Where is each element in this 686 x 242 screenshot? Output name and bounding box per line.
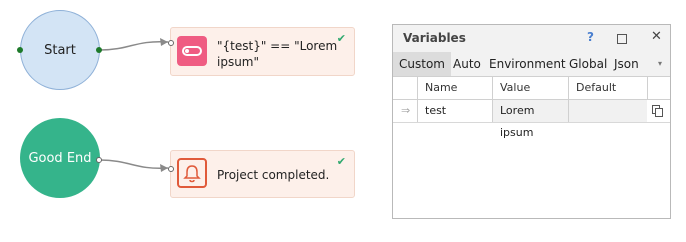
maximize-icon[interactable] (617, 34, 627, 44)
bell-icon (177, 158, 207, 188)
good-end-node-label: Good End (28, 150, 92, 166)
notification-action-card[interactable]: Project completed. ✔ (168, 150, 355, 198)
cell-default-value[interactable] (568, 100, 647, 122)
start-node-label: Start (44, 42, 76, 58)
connector-arrowhead (160, 38, 168, 46)
help-icon[interactable]: ? (587, 30, 594, 44)
condition-text: "{test}" == "Lorem ipsum" (217, 39, 338, 69)
checkmark-icon: ✔ (336, 32, 346, 45)
column-header-extra (647, 77, 672, 99)
cell-name[interactable]: test (417, 100, 492, 122)
close-icon[interactable]: ✕ (651, 29, 662, 44)
copy-icon-back (655, 108, 663, 117)
toggle-icon (177, 36, 207, 66)
connector-arrowhead (160, 164, 168, 172)
start-node[interactable]: Start (20, 10, 100, 90)
panel-header: Variables ? ✕ (393, 25, 670, 52)
tab-global[interactable]: Global (569, 52, 607, 76)
table-header: Name Value Default value (393, 77, 672, 116)
condition-action-card[interactable]: "{test}" == "Lorem ipsum" ✔ (168, 27, 355, 76)
cell-value[interactable]: Lorem ipsum (492, 100, 568, 139)
tab-auto[interactable]: Auto (453, 52, 481, 76)
column-header-name[interactable]: Name (417, 77, 492, 99)
connector-goodend-to-notification (99, 159, 169, 170)
variables-panel: Variables ? ✕ Custom Auto Environment Gl… (392, 24, 671, 219)
notification-text: Project completed. (217, 168, 330, 182)
tab-json[interactable]: Json (614, 52, 639, 76)
connector-start-to-condition (99, 40, 169, 51)
good-end-node[interactable]: Good End (20, 118, 100, 198)
column-header-default-value[interactable]: Default value (568, 77, 647, 116)
column-header-value[interactable]: Value (492, 77, 568, 99)
start-input-port[interactable] (17, 47, 23, 53)
condition-input-port[interactable] (168, 40, 174, 46)
table-row[interactable]: ⇒ test Lorem ipsum (393, 100, 670, 139)
tabs-dropdown-icon[interactable]: ▾ (658, 59, 662, 68)
tab-custom[interactable]: Custom (393, 52, 451, 76)
panel-title: Variables (403, 31, 466, 45)
start-output-port[interactable] (96, 47, 102, 53)
good-end-output-port[interactable] (96, 157, 102, 163)
notification-input-port[interactable] (168, 166, 174, 172)
tab-environment[interactable]: Environment (489, 52, 566, 76)
tabs-bar: Custom Auto Environment Global Json ▾ (393, 52, 670, 77)
checkmark-icon: ✔ (336, 155, 346, 168)
row-marker-icon: ⇒ (401, 104, 411, 117)
